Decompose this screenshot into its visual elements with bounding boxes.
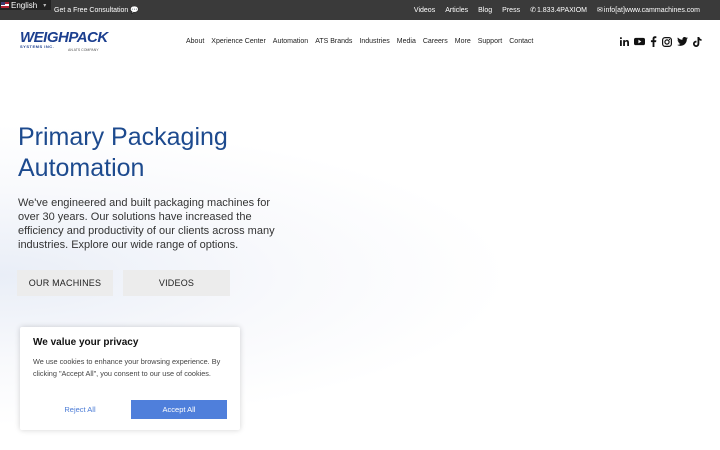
- language-label: English: [11, 0, 38, 10]
- linkedin-icon[interactable]: [620, 37, 629, 46]
- consultation-label: Get a Free Consultation: [54, 6, 129, 14]
- nav-about[interactable]: About: [186, 38, 204, 45]
- cookie-consent-banner: We value your privacy We use cookies to …: [20, 327, 240, 430]
- nav-careers[interactable]: Careers: [423, 38, 448, 45]
- top-link-articles[interactable]: Articles: [445, 7, 468, 14]
- top-bar: English ▾ Get a Free Consultation 💬 Vide…: [0, 0, 720, 20]
- our-machines-button[interactable]: OUR MACHINES: [17, 270, 113, 296]
- top-link-videos[interactable]: Videos: [414, 7, 435, 14]
- videos-button[interactable]: VIDEOS: [123, 270, 230, 296]
- language-selector[interactable]: English ▾: [0, 0, 51, 10]
- email-link[interactable]: ✉info[at]www.cammachines.com: [597, 6, 700, 14]
- nav-industries[interactable]: Industries: [359, 38, 389, 45]
- main-navbar: WEIGHPACK SYSTEMS INC. AN ATS COMPANY Ab…: [0, 20, 720, 62]
- phone-number: 1.833.4PAXIOM: [536, 7, 588, 14]
- reject-all-button[interactable]: Reject All: [36, 400, 124, 419]
- hero-description: We've engineered and built packaging mac…: [18, 197, 275, 251]
- hero-title: Primary Packaging Automation: [18, 123, 228, 182]
- nav-automation[interactable]: Automation: [273, 38, 308, 45]
- nav-ats-brands[interactable]: ATS Brands: [315, 38, 352, 45]
- youtube-icon[interactable]: [634, 37, 645, 46]
- weighpack-logo[interactable]: WEIGHPACK SYSTEMS INC. AN ATS COMPANY: [20, 30, 114, 54]
- cookie-text: We use cookies to enhance your browsing …: [33, 357, 221, 378]
- logo-wordmark: WEIGHPACK: [20, 29, 108, 46]
- top-links: Videos Articles Blog Press ✆1.833.4PAXIO…: [414, 6, 700, 15]
- twitter-icon[interactable]: [677, 37, 688, 46]
- phone-icon: ✆: [530, 7, 536, 14]
- tiktok-icon[interactable]: [693, 36, 702, 47]
- email-address: info[at]www.cammachines.com: [603, 7, 700, 14]
- cookie-title: We value your privacy: [33, 337, 139, 348]
- free-consultation-link[interactable]: Get a Free Consultation 💬: [54, 6, 140, 15]
- nav-support[interactable]: Support: [478, 38, 503, 45]
- nav-contact[interactable]: Contact: [509, 38, 533, 45]
- instagram-icon[interactable]: [662, 36, 672, 47]
- social-links: [620, 36, 702, 47]
- top-link-blog[interactable]: Blog: [478, 7, 492, 14]
- chevron-down-icon: ▾: [43, 2, 47, 9]
- facebook-icon[interactable]: [650, 36, 657, 47]
- nav-xperience-center[interactable]: Xperience Center: [211, 38, 265, 45]
- envelope-icon: ✉: [597, 7, 603, 14]
- nav-media[interactable]: Media: [397, 38, 416, 45]
- logo-tagline: AN ATS COMPANY: [68, 48, 99, 52]
- phone-link[interactable]: ✆1.833.4PAXIOM: [530, 6, 587, 14]
- nav-more[interactable]: More: [455, 38, 471, 45]
- top-link-press[interactable]: Press: [502, 7, 520, 14]
- us-flag-icon: [1, 2, 9, 8]
- accept-all-button[interactable]: Accept All: [131, 400, 227, 419]
- primary-nav: About Xperience Center Automation ATS Br…: [186, 38, 533, 45]
- chat-icon: 💬: [130, 7, 140, 14]
